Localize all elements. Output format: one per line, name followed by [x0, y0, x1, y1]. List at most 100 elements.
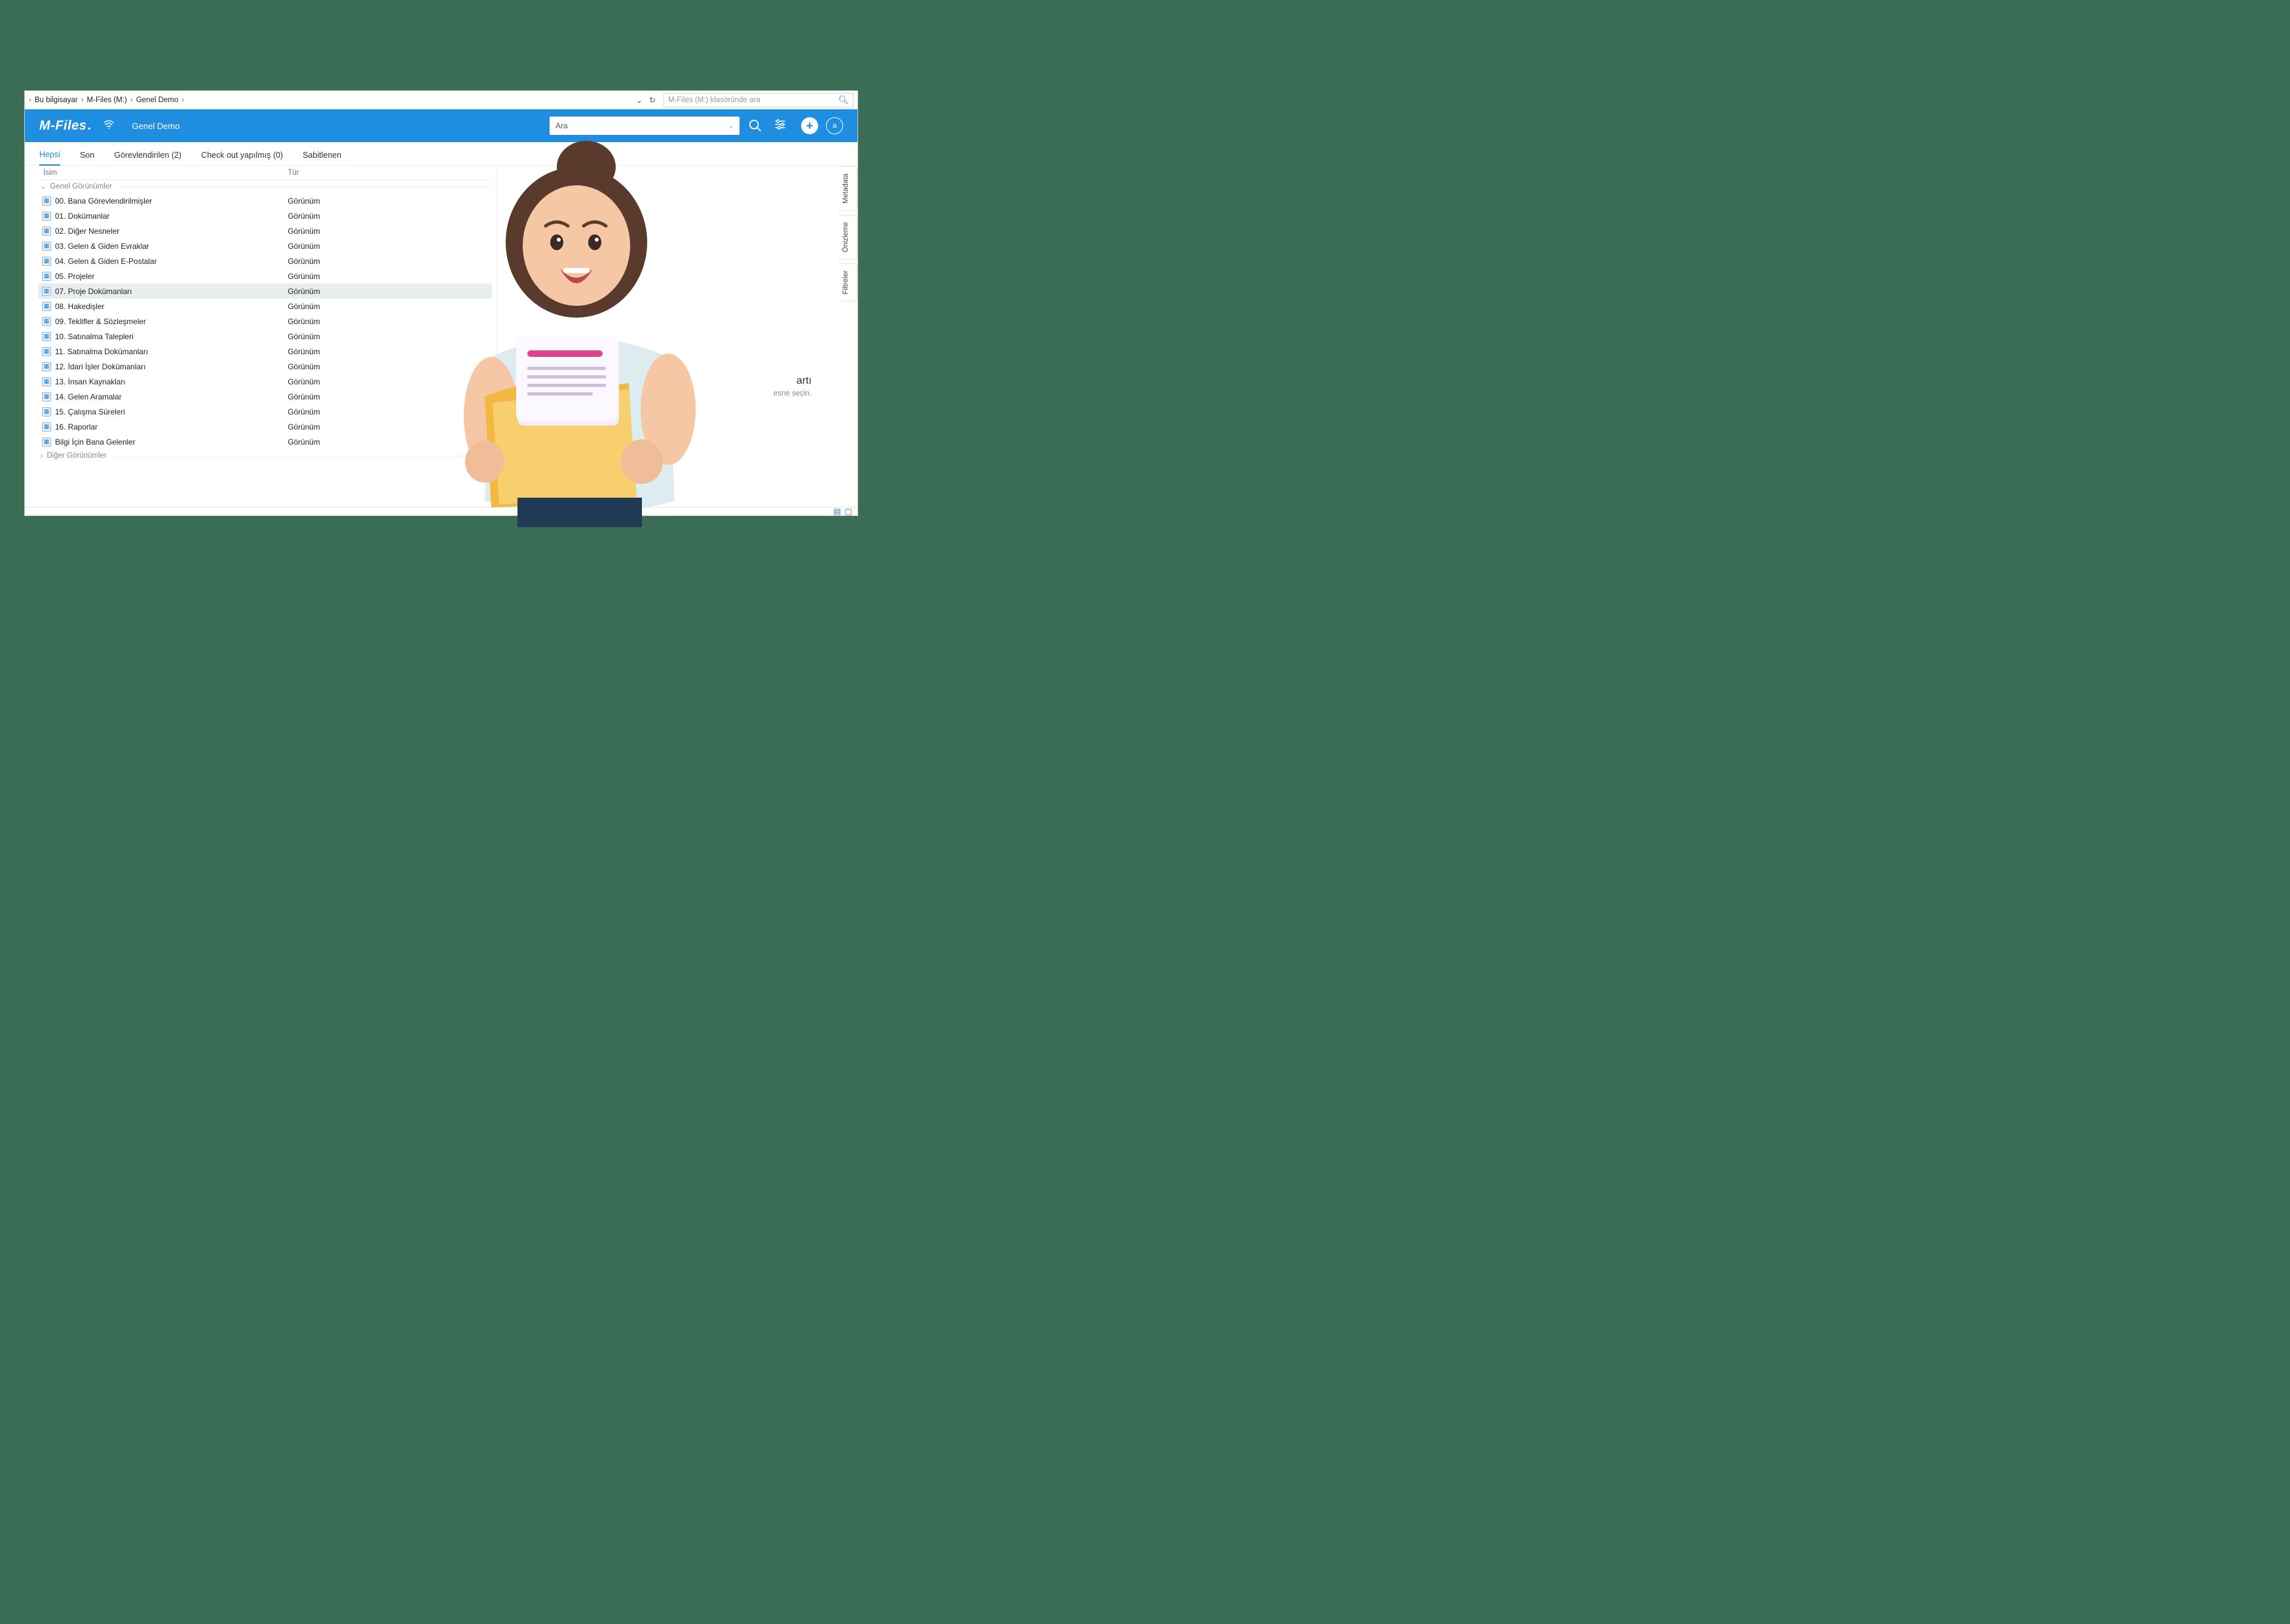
column-name[interactable]: İsim	[38, 169, 288, 177]
create-button[interactable]: +	[801, 117, 818, 134]
view-icon: ▦	[42, 392, 51, 401]
view-icon: ▦	[42, 302, 51, 311]
column-type[interactable]: Tür	[288, 169, 492, 177]
chevron-down-icon[interactable]: ⌄	[636, 96, 643, 105]
group-header-other[interactable]: › Diğer Görünümler	[38, 449, 492, 462]
item-type: Görünüm	[288, 212, 492, 221]
side-tab-2[interactable]: Filtreler	[839, 263, 857, 302]
item-name: 11. Satınalma Dokümanları	[55, 347, 148, 356]
view-icon: ▦	[42, 377, 51, 386]
item-name: Bilgi İçin Bana Gelenler	[55, 437, 136, 447]
item-type: Görünüm	[288, 362, 492, 371]
group-header-main[interactable]: ⌄ Genel Görünümler	[38, 180, 492, 193]
item-type: Görünüm	[288, 257, 492, 266]
item-type: Görünüm	[288, 302, 492, 311]
detail-placeholder: artı esne seçin.	[774, 375, 812, 397]
tab-4[interactable]: Sabitlenen	[303, 151, 341, 165]
item-type: Görünüm	[288, 287, 492, 296]
item-name: 01. Dokümanlar	[55, 212, 109, 221]
connection-icon[interactable]	[103, 120, 115, 132]
column-headers: İsim Tür	[38, 166, 492, 180]
view-icon: ▦	[42, 212, 51, 221]
tab-3[interactable]: Check out yapılmış (0)	[201, 151, 283, 165]
list-item[interactable]: ▦15. Çalışma SüreleriGörünüm	[38, 404, 492, 419]
search-icon[interactable]	[746, 117, 764, 135]
item-type: Görünüm	[288, 392, 492, 401]
collapse-icon[interactable]: ⌄	[41, 183, 46, 191]
item-type: Görünüm	[288, 196, 492, 206]
list-item[interactable]: ▦ 04. Gelen & Giden E-Postalar Görünüm	[38, 253, 492, 268]
app-logo: M-Files.	[39, 119, 91, 134]
list-item[interactable]: ▦16. RaporlarGörünüm	[38, 419, 492, 434]
breadcrumb-item[interactable]: Genel Demo	[135, 96, 180, 104]
list-item[interactable]: ▦ 11. Satınalma Dokümanları Görünüm	[38, 344, 492, 359]
chevron-right-icon: ›	[181, 96, 184, 104]
list-item[interactable]: ▦Bilgi İçin Bana GelenlerGörünüm	[38, 434, 492, 449]
filter-sliders-icon[interactable]	[771, 119, 789, 134]
chevron-right-icon: ›	[29, 96, 31, 104]
item-name: 07. Proje Dokümanları	[55, 287, 132, 296]
view-icon: ▦	[42, 347, 51, 356]
list-item[interactable]: ▦ 14. Gelen Aramalar Görünüm	[38, 389, 492, 404]
refresh-icon[interactable]: ↻	[649, 96, 656, 105]
list-item[interactable]: ▦07. Proje DokümanlarıGörünüm	[38, 284, 492, 299]
item-name: 04. Gelen & Giden E-Postalar	[55, 257, 157, 266]
item-name: 12. İdari İşler Dokümanları	[55, 362, 145, 371]
content-area: İsim Tür ⌄ Genel Görünümler ▦ 00. Bana Gö…	[38, 166, 831, 507]
group-label: Diğer Görünümler	[47, 452, 106, 460]
item-type: Görünüm	[288, 347, 492, 356]
list-item[interactable]: ▦10. Satınalma TalepleriGörünüm	[38, 329, 492, 344]
list-item[interactable]: ▦ 12. İdari İşler Dokümanları Görünüm	[38, 359, 492, 374]
item-name: 14. Gelen Aramalar	[55, 392, 122, 401]
chevron-down-icon[interactable]: ⌄	[728, 122, 734, 130]
app-search-input[interactable]: Ara ⌄	[550, 117, 740, 135]
thumbnails-view-icon[interactable]: ▢	[845, 507, 852, 516]
list-item[interactable]: ▦ 01. Dokümanlar Görünüm	[38, 208, 492, 223]
view-icon: ▦	[42, 437, 51, 447]
item-type: Görünüm	[288, 272, 492, 281]
view-icon: ▦	[42, 227, 51, 236]
side-tab-0[interactable]: Metadata	[839, 166, 857, 211]
list-item[interactable]: ▦03. Gelen & Giden EvraklarGörünüm	[38, 238, 492, 253]
list-item[interactable]: ▦ 08. Hakedişler Görünüm	[38, 299, 492, 314]
item-type: Görünüm	[288, 317, 492, 326]
list-item[interactable]: ▦ 13. İnsan Kaynakları Görünüm	[38, 374, 492, 389]
search-icon[interactable]: 🔍︎	[838, 95, 849, 105]
detail-subtitle: esne seçin.	[774, 390, 812, 397]
side-tab-1[interactable]: Önizleme	[839, 215, 857, 259]
tab-1[interactable]: Son	[80, 151, 94, 165]
item-name: 15. Çalışma Süreleri	[55, 407, 125, 416]
view-icon: ▦	[42, 332, 51, 341]
tab-0[interactable]: Hepsi	[39, 150, 60, 166]
view-icon: ▦	[42, 272, 51, 281]
list-item[interactable]: ▦00. Bana GörevlendirilmişlerGörünüm	[38, 193, 492, 208]
item-name: 13. İnsan Kaynakları	[55, 377, 126, 386]
list-item[interactable]: ▦02. Diğer NesnelerGörünüm	[38, 223, 492, 238]
list-item[interactable]: ▦09. Teklifler & SözleşmelerGörünüm	[38, 314, 492, 329]
explorer-search-placeholder: M-Files (M:) klasöründe ara	[668, 96, 760, 104]
explorer-search-input[interactable]: M-Files (M:) klasöründe ara 🔍︎	[664, 93, 854, 107]
expand-icon[interactable]: ›	[41, 452, 43, 460]
view-icon: ▦	[42, 257, 51, 266]
address-bar-controls: ⌄ ↻	[636, 96, 660, 105]
app-search-group: Ara ⌄	[550, 117, 789, 135]
breadcrumb-item[interactable]: M-Files (M:)	[86, 96, 128, 104]
list-item[interactable]: ▦ 05. Projeler Görünüm	[38, 268, 492, 284]
brand-text: M-Files	[39, 119, 86, 134]
detail-title: artı	[774, 375, 812, 387]
group-label: Genel Görünümler	[50, 183, 112, 191]
item-name: 03. Gelen & Giden Evraklar	[55, 242, 149, 251]
item-name: 08. Hakedişler	[55, 302, 104, 311]
breadcrumb-item[interactable]: Bu bilgisayar	[33, 96, 79, 104]
item-type: Görünüm	[288, 377, 492, 386]
details-view-icon[interactable]: ▤	[833, 507, 840, 516]
tab-2[interactable]: Görevlendirilen (2)	[114, 151, 181, 165]
item-name: 00. Bana Görevlendirilmişler	[55, 196, 152, 206]
user-avatar[interactable]: a	[826, 117, 843, 134]
view-icon: ▦	[42, 317, 51, 326]
item-name: 16. Raporlar	[55, 422, 98, 432]
view-icon: ▦	[42, 362, 51, 371]
chevron-right-icon: ›	[81, 96, 84, 104]
item-name: 05. Projeler	[55, 272, 94, 281]
item-type: Görünüm	[288, 407, 492, 416]
